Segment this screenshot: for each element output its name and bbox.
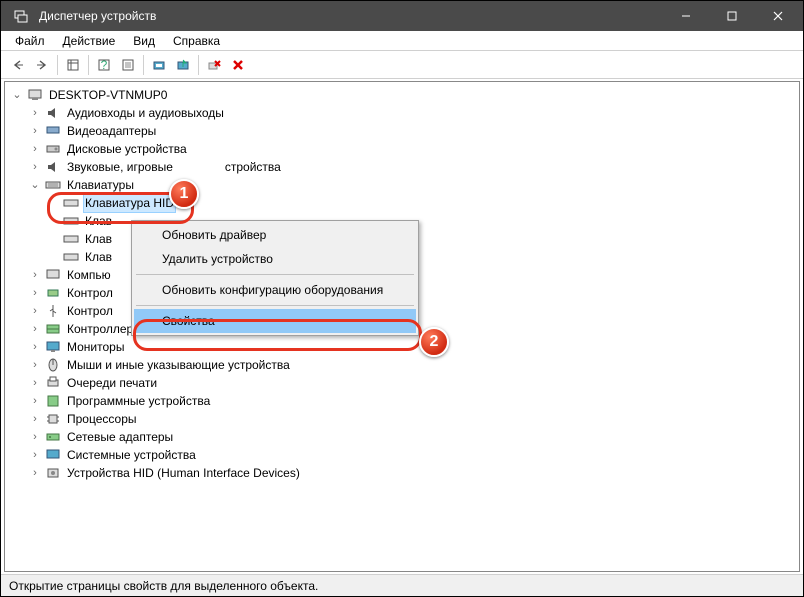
menu-help[interactable]: Справка [165,32,228,50]
disable-icon[interactable] [227,54,249,76]
menu-file[interactable]: Файл [7,32,53,50]
ctx-update-driver[interactable]: Обновить драйвер [134,223,416,247]
toolbar: ? [1,51,803,79]
tree-node-print-queue[interactable]: ›Очереди печати [7,374,797,392]
chevron-right-icon[interactable]: › [29,338,41,356]
chevron-right-icon[interactable]: › [29,446,41,464]
toolbar-separator [88,55,89,75]
context-menu: Обновить драйвер Удалить устройство Обно… [131,220,419,336]
status-text: Открытие страницы свойств для выделенног… [9,579,318,593]
show-hidden-icon[interactable] [62,54,84,76]
ctx-separator [136,274,414,275]
computer-icon [27,87,43,103]
chevron-right-icon[interactable]: › [29,140,41,158]
close-button[interactable] [755,1,801,31]
selected-item: Клавиатура HID [83,193,176,213]
update-driver-icon[interactable] [172,54,194,76]
tree-node-software[interactable]: ›Программные устройства [7,392,797,410]
controller-icon [45,285,61,301]
tree-node-sound-game[interactable]: ›Звуковые, игровыестройства [7,158,797,176]
tree-node-system[interactable]: ›Системные устройства [7,446,797,464]
tree-root[interactable]: ⌄DESKTOP-VTNMUP0 [7,86,797,104]
software-icon [45,393,61,409]
chevron-right-icon[interactable]: › [29,284,41,302]
usb-icon [45,303,61,319]
annotation-badge-2: 2 [419,327,449,357]
chevron-right-icon[interactable]: › [29,266,41,284]
tree-node-audio[interactable]: ›Аудиовходы и аудиовыходы [7,104,797,122]
hid-icon [45,465,61,481]
menu-view[interactable]: Вид [125,32,163,50]
network-icon [45,429,61,445]
chevron-right-icon[interactable]: › [29,374,41,392]
disk-icon [45,141,61,157]
computer-icon [45,267,61,283]
toolbar-separator [198,55,199,75]
chevron-down-icon[interactable]: ⌄ [11,86,23,104]
keyboard-icon [63,213,79,229]
tree-node-network[interactable]: ›Сетевые адаптеры [7,428,797,446]
title-bar: Диспетчер устройств [1,1,803,31]
menu-bar: Файл Действие Вид Справка [1,31,803,51]
status-bar: Открытие страницы свойств для выделенног… [1,574,803,596]
toolbar-separator [143,55,144,75]
tree-node-keyboards[interactable]: ⌄Клавиатуры [7,176,797,194]
chevron-right-icon[interactable]: › [29,356,41,374]
ctx-properties[interactable]: Свойства [134,309,416,333]
minimize-button[interactable] [663,1,709,31]
tree-node-cpu[interactable]: ›Процессоры [7,410,797,428]
tree-node-video[interactable]: ›Видеоадаптеры [7,122,797,140]
maximize-button[interactable] [709,1,755,31]
chevron-right-icon[interactable]: › [29,428,41,446]
chevron-right-icon[interactable]: › [29,104,41,122]
ctx-separator [136,305,414,306]
chevron-right-icon[interactable]: › [29,158,41,176]
chevron-right-icon[interactable]: › [29,122,41,140]
keyboard-icon [63,195,79,211]
help-icon[interactable]: ? [93,54,115,76]
system-icon [45,447,61,463]
tree-node-disk[interactable]: ›Дисковые устройства [7,140,797,158]
uninstall-icon[interactable] [203,54,225,76]
cpu-icon [45,411,61,427]
ctx-remove-device[interactable]: Удалить устройство [134,247,416,271]
tree-node-keyboard-hid[interactable]: Клавиатура HID [7,194,797,212]
keyboard-icon [45,177,61,193]
speaker-icon [45,159,61,175]
tree-node-hid[interactable]: ›Устройства HID (Human Interface Devices… [7,464,797,482]
scan-hardware-icon[interactable] [148,54,170,76]
keyboard-icon [63,249,79,265]
chevron-down-icon[interactable]: ⌄ [29,176,41,194]
chevron-right-icon[interactable]: › [29,302,41,320]
forward-button[interactable] [31,54,53,76]
monitor-icon [45,339,61,355]
chevron-right-icon[interactable]: › [29,320,41,338]
window-title: Диспетчер устройств [39,9,156,23]
mouse-icon [45,357,61,373]
ctx-rescan-hardware[interactable]: Обновить конфигурацию оборудования [134,278,416,302]
tree-node-mouse[interactable]: ›Мыши и иные указывающие устройства [7,356,797,374]
chevron-right-icon[interactable]: › [29,464,41,482]
back-button[interactable] [7,54,29,76]
keyboard-icon [63,231,79,247]
chevron-right-icon[interactable]: › [29,410,41,428]
toolbar-separator [57,55,58,75]
printer-icon [45,375,61,391]
app-icon [13,8,29,24]
svg-text:?: ? [101,58,108,72]
annotation-badge-1: 1 [169,179,199,209]
properties-icon[interactable] [117,54,139,76]
speaker-icon [45,105,61,121]
display-adapter-icon [45,123,61,139]
chevron-right-icon[interactable]: › [29,392,41,410]
menu-action[interactable]: Действие [55,32,124,50]
tree-node-monitors[interactable]: ›Мониторы [7,338,797,356]
storage-icon [45,321,61,337]
